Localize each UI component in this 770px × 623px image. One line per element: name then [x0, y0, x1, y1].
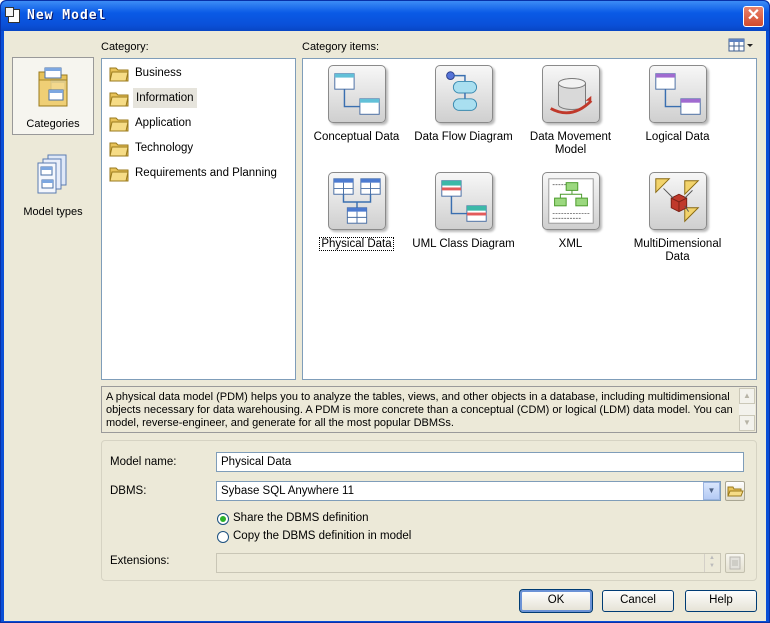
model-types-label: Model types	[23, 206, 83, 218]
model-types-icon	[37, 154, 67, 194]
open-folder-icon	[727, 486, 744, 497]
document-icon	[5, 7, 20, 23]
logical-data-icon	[649, 65, 707, 123]
category-list[interactable]: Business Information Application Technol…	[101, 58, 296, 380]
category-item-label: Business	[135, 67, 182, 79]
folder-icon	[109, 67, 129, 82]
model-item-label: Data Flow Diagram	[414, 131, 513, 143]
folder-icon	[109, 92, 129, 107]
chevron-down-icon[interactable]: ▼	[703, 482, 720, 500]
new-model-dialog: New Model ✕ Categories Model types Categ…	[0, 0, 770, 623]
category-item-label: Technology	[135, 142, 194, 154]
extensions-icon	[729, 556, 741, 570]
model-item-physical-data[interactable]: Physical Data	[303, 166, 410, 266]
model-item-data-flow-diagram[interactable]: Data Flow Diagram	[410, 59, 517, 159]
copy-dbms-radio[interactable]	[217, 531, 229, 543]
share-dbms-radio[interactable]	[217, 513, 229, 525]
categories-label: Categories	[26, 118, 80, 130]
physical-data-icon	[328, 172, 386, 230]
folder-icon	[109, 117, 129, 132]
share-dbms-label: Share the DBMS definition	[233, 512, 369, 524]
spin-up-icon: ▲	[709, 555, 715, 561]
category-item-information[interactable]: Information	[106, 88, 292, 110]
dialog-client-area: Categories Model types Category: Busines…	[4, 31, 766, 621]
dbms-select[interactable]: Sybase SQL Anywhere 11 ▼	[216, 481, 721, 501]
window-title: New Model	[27, 8, 107, 23]
category-item-label: Requirements and Planning	[135, 167, 277, 179]
category-items-label: Category items:	[302, 41, 380, 53]
dbms-selected-value: Sybase SQL Anywhere 11	[221, 485, 354, 497]
extensions-spinner[interactable]: ▲ ▼	[704, 554, 721, 572]
model-item-conceptual-data[interactable]: Conceptual Data	[303, 59, 410, 159]
model-description: A physical data model (PDM) helps you to…	[106, 391, 733, 429]
model-item-label: XML	[558, 238, 583, 250]
description-scrollbar[interactable]: ▲ ▼	[739, 388, 755, 431]
help-button[interactable]: Help	[685, 590, 757, 612]
category-label: Category:	[101, 41, 149, 53]
dbms-label: DBMS:	[110, 485, 147, 497]
category-items-panel[interactable]: Conceptual Data Data Flow Diagram Data M…	[302, 58, 757, 380]
model-item-label: Data Movement Model	[529, 131, 612, 156]
category-item-technology[interactable]: Technology	[106, 138, 292, 160]
xml-icon	[542, 172, 600, 230]
model-item-multidimensional-data[interactable]: MultiDimensional Data	[624, 166, 731, 266]
model-item-logical-data[interactable]: Logical Data	[624, 59, 731, 159]
category-item-requirements-and-planning[interactable]: Requirements and Planning	[106, 163, 292, 185]
model-item-label: UML Class Diagram	[412, 238, 515, 250]
category-item-label: Information	[133, 88, 197, 108]
select-extensions-button[interactable]	[725, 553, 745, 573]
model-item-data-movement-model[interactable]: Data Movement Model	[517, 59, 624, 159]
data-movement-model-icon	[542, 65, 600, 123]
model-item-uml-class-diagram[interactable]: UML Class Diagram	[410, 166, 517, 266]
folder-categories-icon	[38, 67, 68, 107]
category-item-application[interactable]: Application	[106, 113, 292, 135]
category-item-label: Application	[135, 117, 192, 129]
model-types-view-button[interactable]: Model types	[12, 149, 94, 227]
browse-dbms-button[interactable]	[725, 481, 745, 501]
spin-down-icon: ▼	[709, 563, 715, 569]
model-item-label: Logical Data	[645, 131, 710, 143]
extensions-label: Extensions:	[110, 555, 170, 567]
list-view-icon[interactable]	[727, 37, 755, 53]
category-item-business[interactable]: Business	[106, 63, 292, 85]
model-name-input[interactable]: Physical Data	[216, 452, 744, 472]
data-flow-diagram-icon	[435, 65, 493, 123]
model-item-xml[interactable]: XML	[517, 166, 624, 266]
conceptual-data-icon	[328, 65, 386, 123]
scroll-up-icon[interactable]: ▲	[739, 388, 755, 404]
model-settings-group: Model name: Physical Data DBMS: Sybase S…	[101, 440, 757, 581]
cancel-button[interactable]: Cancel	[602, 590, 674, 612]
folder-icon	[109, 167, 129, 182]
extensions-input[interactable]	[216, 553, 721, 573]
model-name-label: Model name:	[110, 456, 177, 468]
copy-dbms-label: Copy the DBMS definition in model	[233, 530, 412, 542]
model-item-label: Conceptual Data	[313, 131, 400, 143]
uml-class-diagram-icon	[435, 172, 493, 230]
ok-button[interactable]: OK	[519, 589, 593, 613]
scroll-down-icon[interactable]: ▼	[739, 415, 755, 431]
folder-icon	[109, 142, 129, 157]
model-item-label: MultiDimensional Data	[633, 238, 722, 263]
multidimensional-data-icon	[649, 172, 707, 230]
title-bar[interactable]: New Model ✕	[1, 1, 769, 31]
view-selector-bar: Categories Model types	[12, 57, 96, 227]
model-item-label: Physical Data	[319, 237, 394, 251]
categories-view-button[interactable]: Categories	[12, 57, 94, 135]
description-box: A physical data model (PDM) helps you to…	[101, 386, 757, 433]
close-button[interactable]: ✕	[743, 6, 764, 27]
